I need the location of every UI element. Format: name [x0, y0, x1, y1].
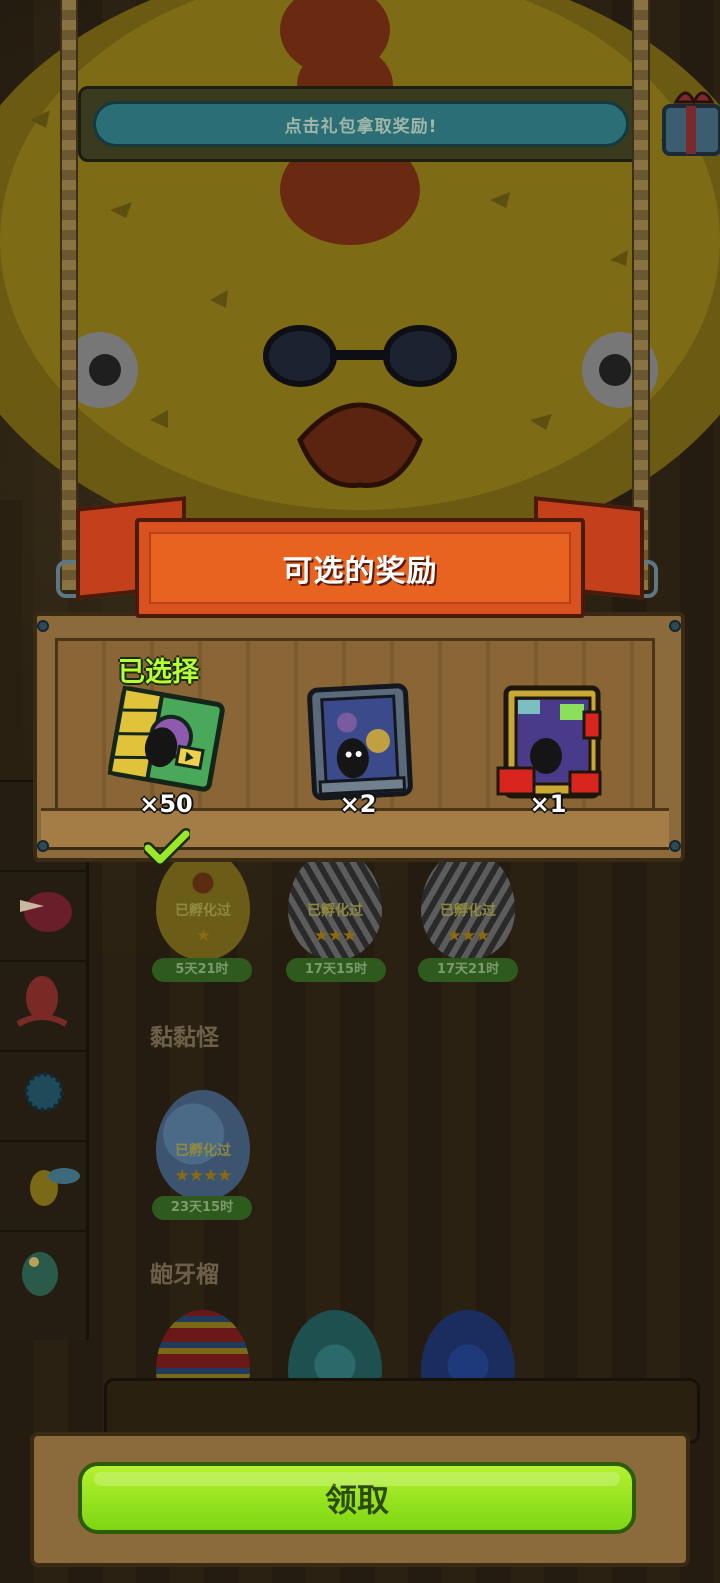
hanging-rope-right	[632, 0, 650, 590]
egg-stars: ★★★	[446, 926, 491, 946]
reward-quantity: ×2	[339, 790, 377, 818]
claim-button-label: 领取	[324, 1481, 389, 1519]
egg-hatched-label: 已孵化过	[175, 1143, 231, 1159]
nail-icon	[37, 840, 49, 852]
egg-card[interactable]: 已孵化过 ★★★	[421, 850, 515, 960]
egg-timer: 17天21时	[418, 958, 518, 982]
reward-quantity: ×50	[139, 790, 193, 818]
reward-option-2[interactable]: ×2	[288, 682, 428, 822]
reward-option-1[interactable]: ×50	[96, 682, 236, 822]
reward-quantity: ×1	[529, 790, 567, 818]
section-title-slime: 黏黏怪	[150, 1025, 219, 1051]
egg-stars: ★	[195, 926, 211, 946]
gold-card-pack-icon	[496, 685, 602, 799]
egg-card[interactable]: 已孵化过 ★★★★	[156, 1090, 250, 1200]
hanging-rope-left	[60, 0, 78, 590]
egg-timer: 17天15时	[286, 958, 386, 982]
nail-icon	[669, 620, 681, 632]
egg-card[interactable]: 已孵化过 ★★★	[288, 850, 382, 960]
claim-button[interactable]: 领取	[78, 1462, 636, 1534]
section-title-durian: 龅牙榴	[150, 1262, 219, 1288]
selected-check-icon	[144, 828, 190, 866]
egg-hatched-label: 已孵化过	[307, 903, 363, 919]
egg-timer: 23天15时	[152, 1196, 252, 1220]
nail-icon	[669, 840, 681, 852]
nail-icon	[37, 620, 49, 632]
reward-option-3[interactable]: ×1	[478, 682, 618, 822]
egg-stars: ★★★★	[174, 1166, 233, 1186]
egg-stars: ★★★	[313, 926, 358, 946]
green-card-pack-icon	[107, 685, 225, 792]
egg-hatched-label: 已孵化过	[440, 903, 496, 919]
blue-card-pack-icon	[307, 683, 413, 801]
game-screen: 点击礼包拿取奖励! 已孵化过 ★ 5天21时 已孵化过 ★★★ 17天15时 已…	[0, 0, 720, 1583]
egg-hatched-label: 已孵化过	[175, 903, 231, 919]
panel-title: 可选的奖励	[282, 554, 438, 589]
panel-title-ribbon: 可选的奖励	[135, 518, 585, 618]
egg-timer: 5天21时	[152, 958, 252, 982]
